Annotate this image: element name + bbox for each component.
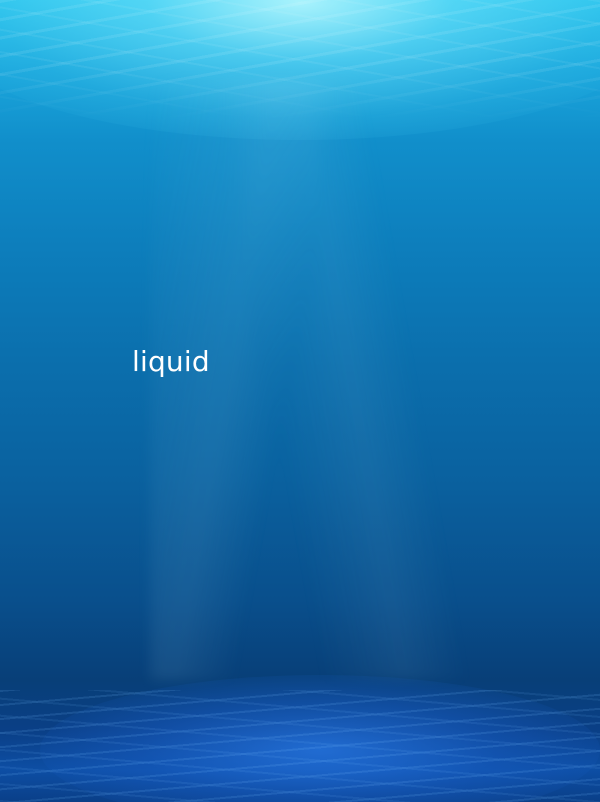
light-rays xyxy=(150,80,470,680)
seafloor-ripples xyxy=(0,690,600,802)
caption-text: liquid xyxy=(132,345,210,378)
underwater-scene: liquid xyxy=(0,0,600,802)
